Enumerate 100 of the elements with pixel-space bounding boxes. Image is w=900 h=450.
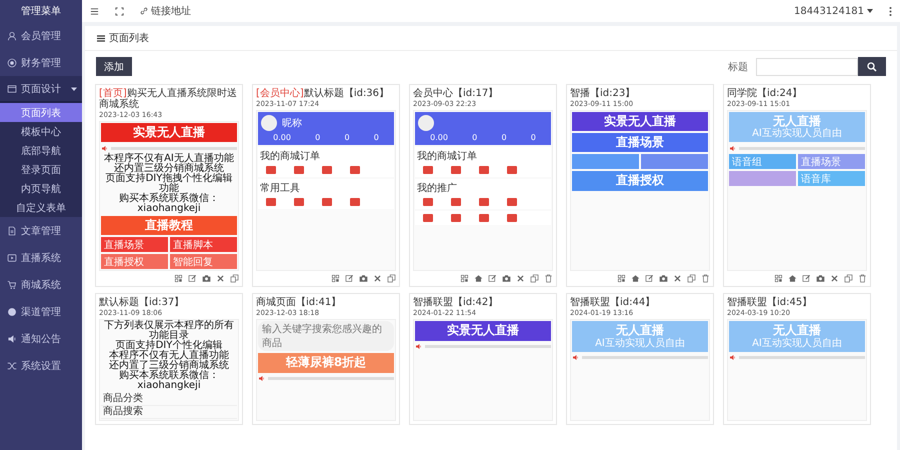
camera-icon[interactable]: [359, 274, 368, 284]
edit-icon[interactable]: [645, 274, 654, 284]
edit-icon[interactable]: [188, 274, 197, 284]
stat-value: 0: [530, 133, 536, 142]
banner-text: 无人直播: [773, 115, 821, 128]
stat-value: 0.00: [273, 133, 291, 142]
submenu-item[interactable]: 内页导航: [0, 179, 82, 198]
close-icon[interactable]: [373, 274, 382, 284]
cart-icon: [7, 280, 17, 290]
qr-code-icon[interactable]: [774, 274, 783, 284]
sidebar-item[interactable]: 会员管理: [0, 22, 82, 49]
list-row: 商品分类: [101, 393, 237, 406]
camera-icon[interactable]: [816, 274, 825, 284]
sidebar-item[interactable]: 渠道管理: [0, 298, 82, 325]
edit-icon[interactable]: [345, 274, 354, 284]
page-title: 智播联盟【id:42】: [413, 297, 500, 308]
section-title: 我的推广: [417, 182, 458, 195]
copy-icon[interactable]: [387, 274, 396, 284]
title-label: 标题: [728, 60, 748, 74]
qr-code-icon[interactable]: [331, 274, 340, 284]
sidebar-item[interactable]: 直播系统: [0, 244, 82, 271]
tile-text: 智能回复: [173, 256, 213, 269]
tile-text: 直播场景: [104, 238, 144, 252]
home-icon[interactable]: [788, 274, 797, 284]
copy-icon[interactable]: [687, 274, 696, 284]
close-icon[interactable]: [830, 274, 839, 284]
trash-icon[interactable]: [858, 274, 867, 284]
title-search-field[interactable]: [756, 58, 858, 76]
page-title: 同学院【id:24】: [727, 88, 804, 99]
copy-icon[interactable]: [530, 274, 539, 284]
section-title: 我的商城订单: [417, 150, 478, 163]
speaker-icon: [415, 343, 422, 350]
banner-text: 直播教程: [145, 219, 193, 232]
camera-icon[interactable]: [502, 274, 511, 284]
edit-icon[interactable]: [802, 274, 811, 284]
shuffle-icon: [7, 360, 17, 370]
qr-code-icon[interactable]: [174, 274, 183, 284]
stat-value: 0: [501, 133, 507, 142]
submenu-item[interactable]: 底部导航: [0, 141, 82, 160]
sidebar-item[interactable]: 页面设计: [0, 76, 82, 103]
banner-text: 实景无人直播: [604, 115, 676, 128]
menu-icon[interactable]: [90, 6, 99, 16]
sidebar-item[interactable]: 商城系统: [0, 271, 82, 298]
dot-icon: [7, 306, 17, 316]
copy-icon[interactable]: [230, 274, 239, 284]
submenu-item[interactable]: 模板中心: [0, 122, 82, 141]
sidebar-item[interactable]: 系统设置: [0, 352, 82, 379]
banner-text: 直播授权: [616, 174, 664, 188]
tile-text: 语音库: [801, 172, 831, 186]
fullscreen-icon[interactable]: [115, 6, 124, 16]
banner-text: 直播场景: [616, 136, 664, 150]
camera-icon[interactable]: [202, 274, 211, 284]
banner-text: 无人直播: [616, 324, 664, 338]
section-title: 常用工具: [260, 182, 301, 195]
close-icon[interactable]: [216, 274, 225, 284]
stat-value: 0: [344, 133, 350, 142]
add-button[interactable]: 添加: [96, 57, 132, 76]
stat-value: 0: [374, 133, 379, 142]
tile-text: 语音组: [732, 156, 762, 169]
qr-code-icon[interactable]: [617, 274, 626, 284]
trash-icon[interactable]: [544, 274, 553, 284]
stat-value: 0: [315, 133, 320, 142]
banner-text: 轻薄尿裤8折起: [286, 356, 366, 370]
banner-text: 无人直播: [773, 324, 821, 338]
sidebar-item[interactable]: 财务管理: [0, 49, 82, 76]
coin-icon: [7, 58, 17, 68]
link-address[interactable]: 链接地址: [151, 4, 191, 18]
caret-icon[interactable]: [867, 9, 873, 13]
search-button[interactable]: [858, 57, 886, 76]
trash-icon[interactable]: [701, 274, 710, 284]
submenu-item[interactable]: 页面列表: [0, 103, 82, 122]
speaker-icon: [258, 375, 265, 382]
page-title: 智播联盟【id:45】: [727, 297, 814, 308]
user-icon: [7, 30, 17, 40]
close-icon[interactable]: [516, 274, 525, 284]
sidebar-item[interactable]: 通知公告: [0, 325, 82, 352]
page-title: 智播【id:23】: [570, 88, 636, 99]
home-icon[interactable]: [631, 274, 640, 284]
window-icon: [7, 84, 17, 94]
submenu-item[interactable]: 登录页面: [0, 160, 82, 179]
link-icon: [140, 7, 148, 15]
copy-icon[interactable]: [844, 274, 853, 284]
speaker-icon: [729, 144, 736, 152]
home-icon[interactable]: [474, 274, 483, 284]
page-title: [会员中心]默认标题【id:36】: [256, 88, 390, 99]
list-row: 商品搜索: [101, 406, 237, 420]
avatar-circle: [261, 115, 277, 131]
stat-value: 0.00: [430, 133, 448, 142]
edit-icon[interactable]: [488, 274, 497, 284]
close-icon[interactable]: [673, 274, 682, 284]
page-title: [首页]购买无人直播系统限时送商城系统: [99, 88, 238, 110]
qr-code-icon[interactable]: [460, 274, 469, 284]
list-icon: [97, 34, 105, 42]
speaker-icon: [101, 144, 108, 152]
camera-icon[interactable]: [659, 274, 668, 284]
more-icon[interactable]: [889, 6, 892, 16]
submenu-item[interactable]: 自定义表单: [0, 198, 82, 217]
user-account[interactable]: 18443124181: [794, 6, 864, 16]
sidebar-item[interactable]: 文章管理: [0, 217, 82, 244]
banner-subtitle: AI互动实现人员自由: [752, 128, 842, 140]
